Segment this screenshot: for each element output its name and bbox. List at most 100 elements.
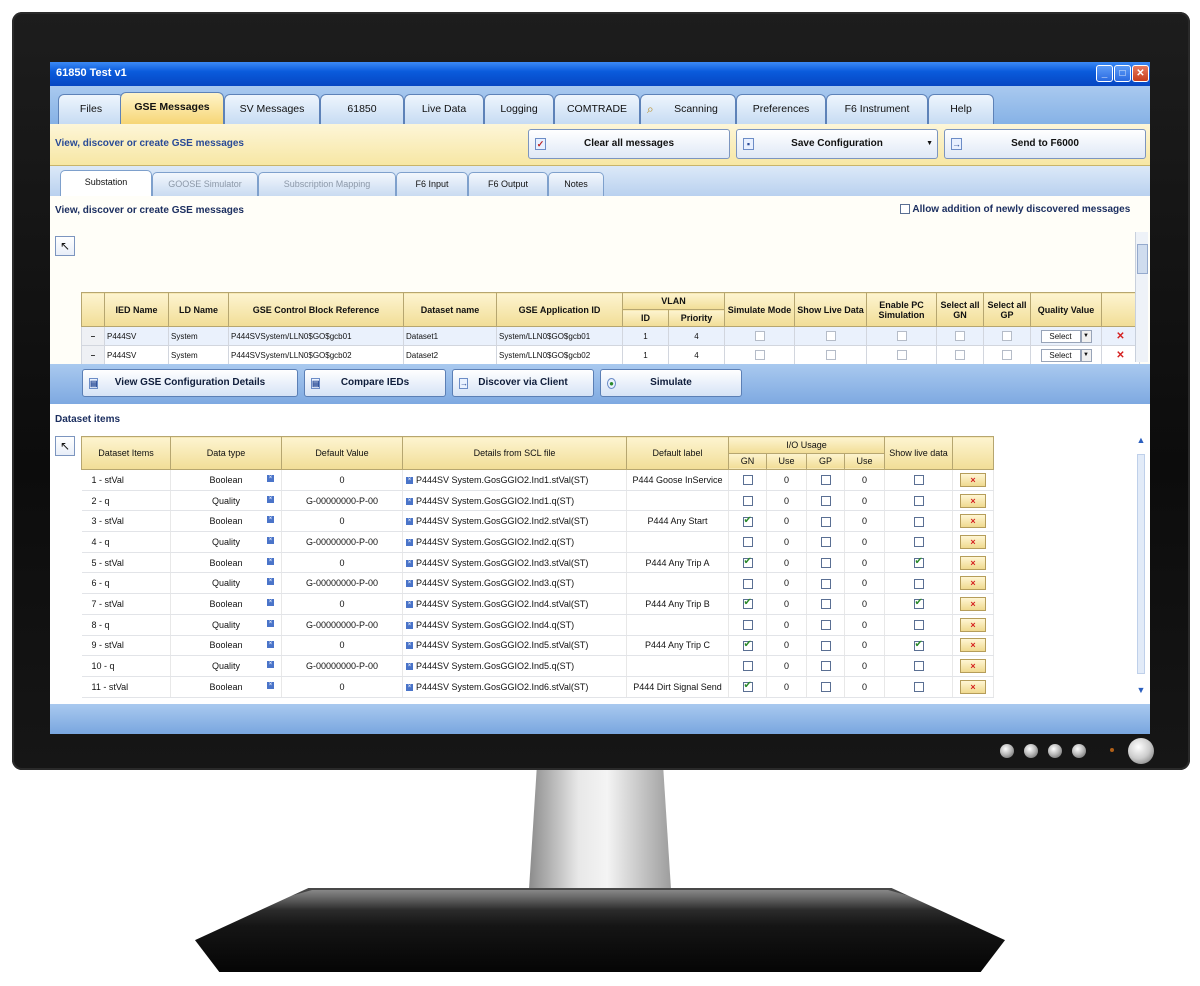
tab-logging[interactable]: Logging bbox=[484, 94, 554, 124]
monitor-hardware-button[interactable] bbox=[1024, 744, 1038, 758]
simulate-mode-checkbox[interactable] bbox=[754, 331, 765, 341]
delete-item-button[interactable]: × bbox=[960, 534, 987, 549]
simulate-button[interactable]: ● Simulate bbox=[600, 369, 742, 397]
delete-item-button[interactable]: × bbox=[960, 472, 987, 487]
scroll-thumb[interactable] bbox=[1137, 454, 1145, 674]
edit-flag-icon[interactable]: × bbox=[406, 559, 413, 567]
cell-default-label[interactable]: P444 Any Trip A bbox=[626, 552, 729, 574]
tab-scanning[interactable]: ⌕ Scanning bbox=[640, 94, 736, 124]
subtab-goose-simulator[interactable]: GOOSE Simulator bbox=[152, 172, 258, 196]
gn-checkbox[interactable] bbox=[742, 515, 753, 527]
gp-checkbox[interactable] bbox=[820, 475, 831, 486]
cell-ld-name[interactable]: System bbox=[168, 326, 229, 346]
tab-preferences[interactable]: Preferences bbox=[736, 94, 826, 124]
col-quality-value[interactable]: Quality Value bbox=[1030, 292, 1102, 327]
delete-item-button[interactable]: × bbox=[960, 638, 987, 653]
gse-row[interactable]: – P444SV System P444SVSystem/LLN0$GO$gcb01 D… bbox=[81, 326, 1140, 346]
tab-live-data[interactable]: Live Data bbox=[404, 94, 484, 124]
scroll-up-icon[interactable]: ▲ bbox=[1135, 434, 1147, 446]
edit-flag-icon[interactable]: × bbox=[406, 580, 413, 588]
cell-gcb-reference[interactable]: P444SVSystem/LLN0$GO$gcb01 bbox=[228, 326, 404, 346]
cell-default-value[interactable]: G-00000000-P-00 bbox=[281, 572, 403, 595]
gp-checkbox[interactable] bbox=[820, 640, 831, 651]
select-gn-checkbox[interactable] bbox=[955, 331, 965, 341]
gp-checkbox[interactable] bbox=[820, 516, 831, 527]
edit-flag-icon[interactable]: × bbox=[406, 683, 413, 691]
col-use-gn[interactable]: Use bbox=[766, 452, 807, 470]
title-bar[interactable]: 61850 Test v1 _ □ ✕ bbox=[50, 62, 1150, 86]
edit-flag-icon[interactable]: × bbox=[406, 663, 413, 671]
gn-checkbox[interactable] bbox=[742, 597, 753, 610]
edit-flag-icon[interactable]: × bbox=[406, 497, 413, 505]
gp-checkbox[interactable] bbox=[820, 495, 831, 506]
pc-simulation-checkbox[interactable] bbox=[896, 350, 907, 360]
cell-default-value[interactable]: G-00000000-P-00 bbox=[281, 531, 403, 553]
allow-new-messages-option[interactable]: Allow addition of newly discovered messa… bbox=[900, 204, 1130, 215]
gn-checkbox[interactable] bbox=[742, 680, 753, 693]
tab-gse-messages[interactable]: GSE Messages bbox=[120, 92, 224, 124]
cursor-picker-icon[interactable]: ↖ bbox=[55, 236, 75, 256]
tab-help[interactable]: Help bbox=[928, 94, 994, 124]
delete-item-button[interactable]: × bbox=[960, 555, 987, 570]
cell-ied-name[interactable]: P444SV bbox=[104, 326, 169, 346]
tab-comtrade[interactable]: COMTRADE bbox=[554, 94, 640, 124]
show-live-data-checkbox[interactable] bbox=[913, 475, 924, 486]
delete-item-button[interactable]: × bbox=[960, 493, 987, 508]
col-application-id[interactable]: GSE Application ID bbox=[496, 292, 623, 327]
dataset-table-scrollbar[interactable]: ▲ ▼ bbox=[1134, 434, 1148, 696]
col-gn[interactable]: GN bbox=[728, 452, 767, 470]
cell-gcb-reference[interactable]: P444SVSystem/LLN0$GO$gcb02 bbox=[228, 345, 404, 365]
send-to-f6000-button[interactable]: → Send to F6000 bbox=[944, 129, 1146, 159]
col-data-type[interactable]: Data type bbox=[170, 436, 282, 470]
cell-default-label[interactable]: P444 Any Trip B bbox=[626, 593, 729, 615]
edit-flag-icon[interactable]: × bbox=[267, 578, 274, 586]
dataset-row[interactable]: 3 - stVal Boolean × 0 × P444SV System.GosGGIO… bbox=[81, 510, 995, 533]
compare-ieds-button[interactable]: ▤ Compare IEDs bbox=[304, 369, 446, 397]
edit-flag-icon[interactable]: × bbox=[267, 557, 274, 565]
cell-default-value[interactable]: 0 bbox=[281, 510, 403, 533]
show-live-data-checkbox[interactable] bbox=[913, 661, 924, 672]
gn-checkbox[interactable] bbox=[742, 556, 753, 568]
maximize-button[interactable]: □ bbox=[1114, 65, 1131, 82]
gp-checkbox[interactable] bbox=[820, 661, 831, 672]
cell-default-label[interactable]: P444 Any Start bbox=[626, 510, 729, 533]
dataset-row[interactable]: 10 - q Quality × G-00000000-P-00 × P444SV Sys… bbox=[81, 655, 995, 677]
gse-table-scrollbar[interactable] bbox=[1135, 232, 1148, 362]
col-enable-pc-simulation[interactable]: Enable PC Simulation bbox=[866, 292, 937, 327]
dataset-row[interactable]: 1 - stVal Boolean × 0 × P444SV System.GosGGIO… bbox=[81, 469, 995, 491]
col-gp[interactable]: GP bbox=[806, 452, 845, 470]
edit-flag-icon[interactable]: × bbox=[406, 621, 413, 629]
col-vlan-priority[interactable]: Priority bbox=[668, 309, 725, 327]
cell-default-value[interactable]: G-00000000-P-00 bbox=[281, 655, 403, 677]
dataset-row[interactable]: 8 - q Quality × G-00000000-P-00 × P444SV Syst… bbox=[81, 614, 995, 636]
col-default-label[interactable]: Default label bbox=[626, 436, 729, 470]
delete-item-button[interactable]: × bbox=[960, 617, 987, 632]
cell-default-value[interactable]: G-00000000-P-00 bbox=[281, 614, 403, 636]
show-live-data-checkbox[interactable] bbox=[913, 556, 924, 568]
chevron-down-icon[interactable]: ▼ bbox=[1080, 329, 1092, 343]
row-expand-icon[interactable]: – bbox=[81, 326, 105, 346]
edit-flag-icon[interactable]: × bbox=[267, 661, 274, 669]
cell-application-id[interactable]: System/LLN0$GO$gcb02 bbox=[496, 345, 623, 365]
cell-default-label[interactable]: P444 Dirt Signal Send bbox=[626, 676, 729, 698]
cell-default-label[interactable] bbox=[626, 655, 729, 677]
gn-checkbox[interactable] bbox=[742, 537, 753, 548]
show-live-data-checkbox[interactable] bbox=[913, 495, 924, 506]
discover-via-client-button[interactable]: → Discover via Client bbox=[452, 369, 594, 397]
gp-checkbox[interactable] bbox=[820, 682, 831, 693]
dataset-row[interactable]: 11 - stVal Boolean × 0 × P444SV System.GosGGI… bbox=[81, 676, 995, 698]
cell-default-label[interactable] bbox=[626, 490, 729, 512]
show-live-data-checkbox[interactable] bbox=[913, 578, 924, 589]
select-gp-checkbox[interactable] bbox=[1002, 350, 1012, 360]
quality-select[interactable]: Select bbox=[1040, 329, 1081, 343]
save-configuration-button[interactable]: ▪ Save Configuration ▼ bbox=[736, 129, 938, 159]
select-gn-checkbox[interactable] bbox=[955, 350, 965, 360]
select-gp-checkbox[interactable] bbox=[1002, 331, 1012, 341]
edit-flag-icon[interactable]: × bbox=[267, 619, 274, 627]
show-live-data-checkbox[interactable] bbox=[913, 516, 924, 527]
gn-checkbox[interactable] bbox=[742, 619, 753, 630]
edit-flag-icon[interactable]: × bbox=[267, 640, 274, 648]
minimize-button[interactable]: _ bbox=[1096, 65, 1113, 82]
show-live-data-checkbox[interactable] bbox=[913, 537, 924, 548]
show-live-data-checkbox[interactable] bbox=[913, 619, 924, 630]
